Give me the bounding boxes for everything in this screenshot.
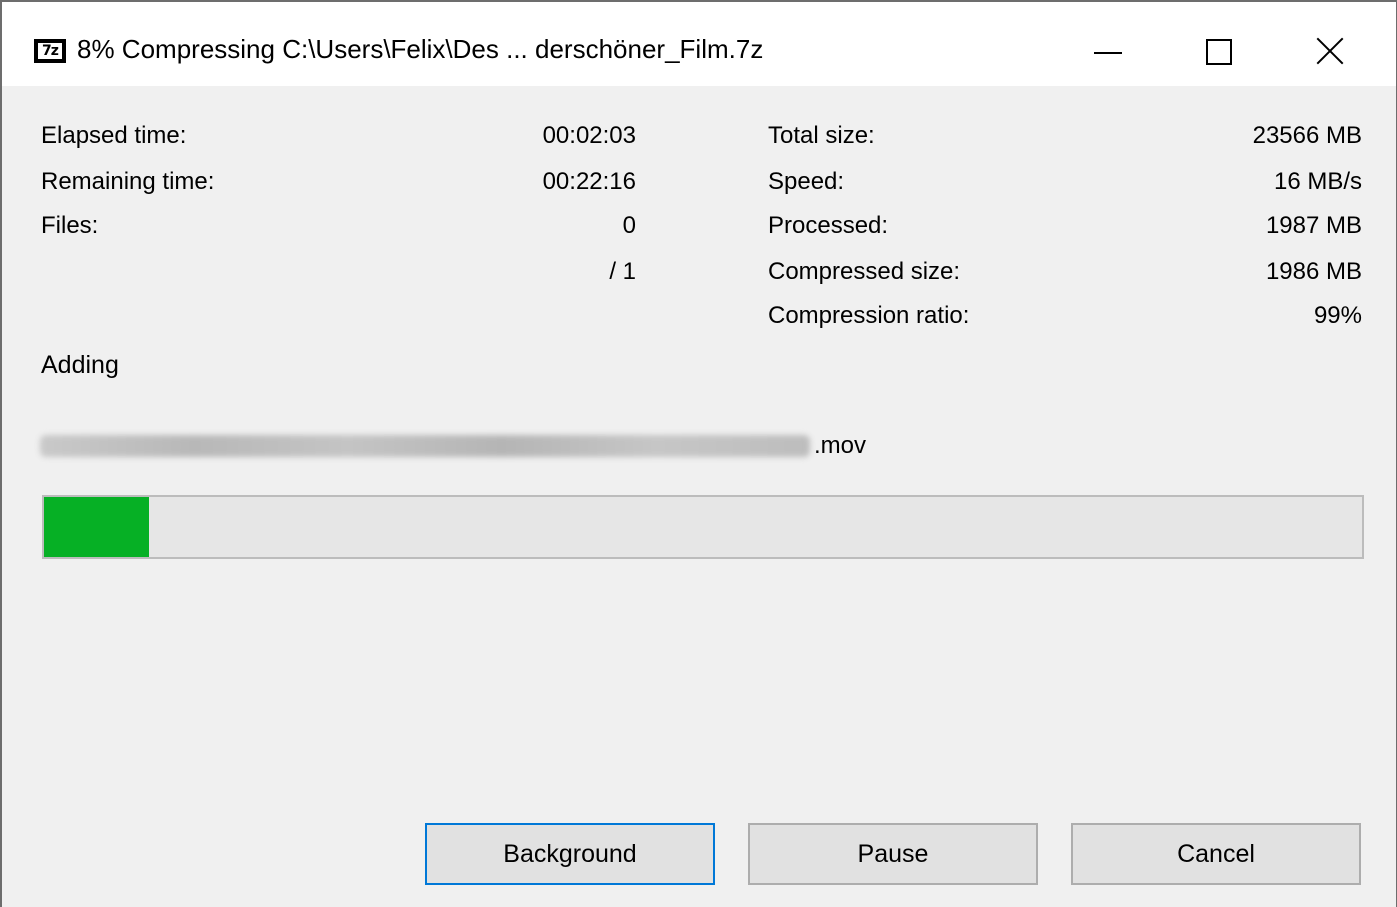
files-value: 0 xyxy=(622,212,636,239)
remaining-time-label: Remaining time: xyxy=(41,168,215,195)
processed-value: 1987 MB xyxy=(1265,212,1362,239)
files-label: Files: xyxy=(41,212,99,239)
elapsed-time-value: 00:02:03 xyxy=(542,122,636,149)
compress-progress-window: 7z 8% Compressing C:\Users\Felix\Des ...… xyxy=(0,0,1397,907)
minimize-icon xyxy=(1094,52,1122,54)
compression-ratio-value: 99% xyxy=(1313,302,1362,329)
compressed-size-value: 1986 MB xyxy=(1265,258,1362,285)
file-extension: .mov xyxy=(814,432,867,459)
background-button[interactable]: Background xyxy=(425,823,715,885)
close-icon xyxy=(1315,36,1345,66)
window-title: 8% Compressing C:\Users\Felix\Des ... de… xyxy=(77,34,764,64)
total-size-label: Total size: xyxy=(768,122,875,149)
processed-label: Processed: xyxy=(768,212,889,239)
speed-label: Speed: xyxy=(768,168,845,195)
pause-button[interactable]: Pause xyxy=(748,823,1038,885)
maximize-icon xyxy=(1206,39,1232,65)
progress-bar xyxy=(42,495,1364,559)
7zip-app-icon: 7z xyxy=(34,39,66,63)
progress-bar-fill xyxy=(44,497,150,557)
maximize-button[interactable] xyxy=(1164,2,1274,86)
compression-ratio-label: Compression ratio: xyxy=(768,302,970,329)
minimize-button[interactable] xyxy=(1052,2,1162,86)
current-file-name: .mov xyxy=(40,432,866,464)
compressed-size-label: Compressed size: xyxy=(768,258,961,285)
total-size-value: 23566 MB xyxy=(1252,122,1362,149)
close-button[interactable] xyxy=(1278,2,1388,86)
blurred-file-name xyxy=(40,435,810,457)
title-bar[interactable]: 7z 8% Compressing C:\Users\Felix\Des ...… xyxy=(2,2,1396,86)
files-total-value: / 1 xyxy=(609,258,636,285)
remaining-time-value: 00:22:16 xyxy=(542,168,636,195)
cancel-button[interactable]: Cancel xyxy=(1071,823,1361,885)
speed-value: 16 MB/s xyxy=(1273,168,1362,195)
elapsed-time-label: Elapsed time: xyxy=(41,122,187,149)
app-icon-text: 7z xyxy=(38,43,62,59)
current-action-label: Adding xyxy=(41,351,119,379)
